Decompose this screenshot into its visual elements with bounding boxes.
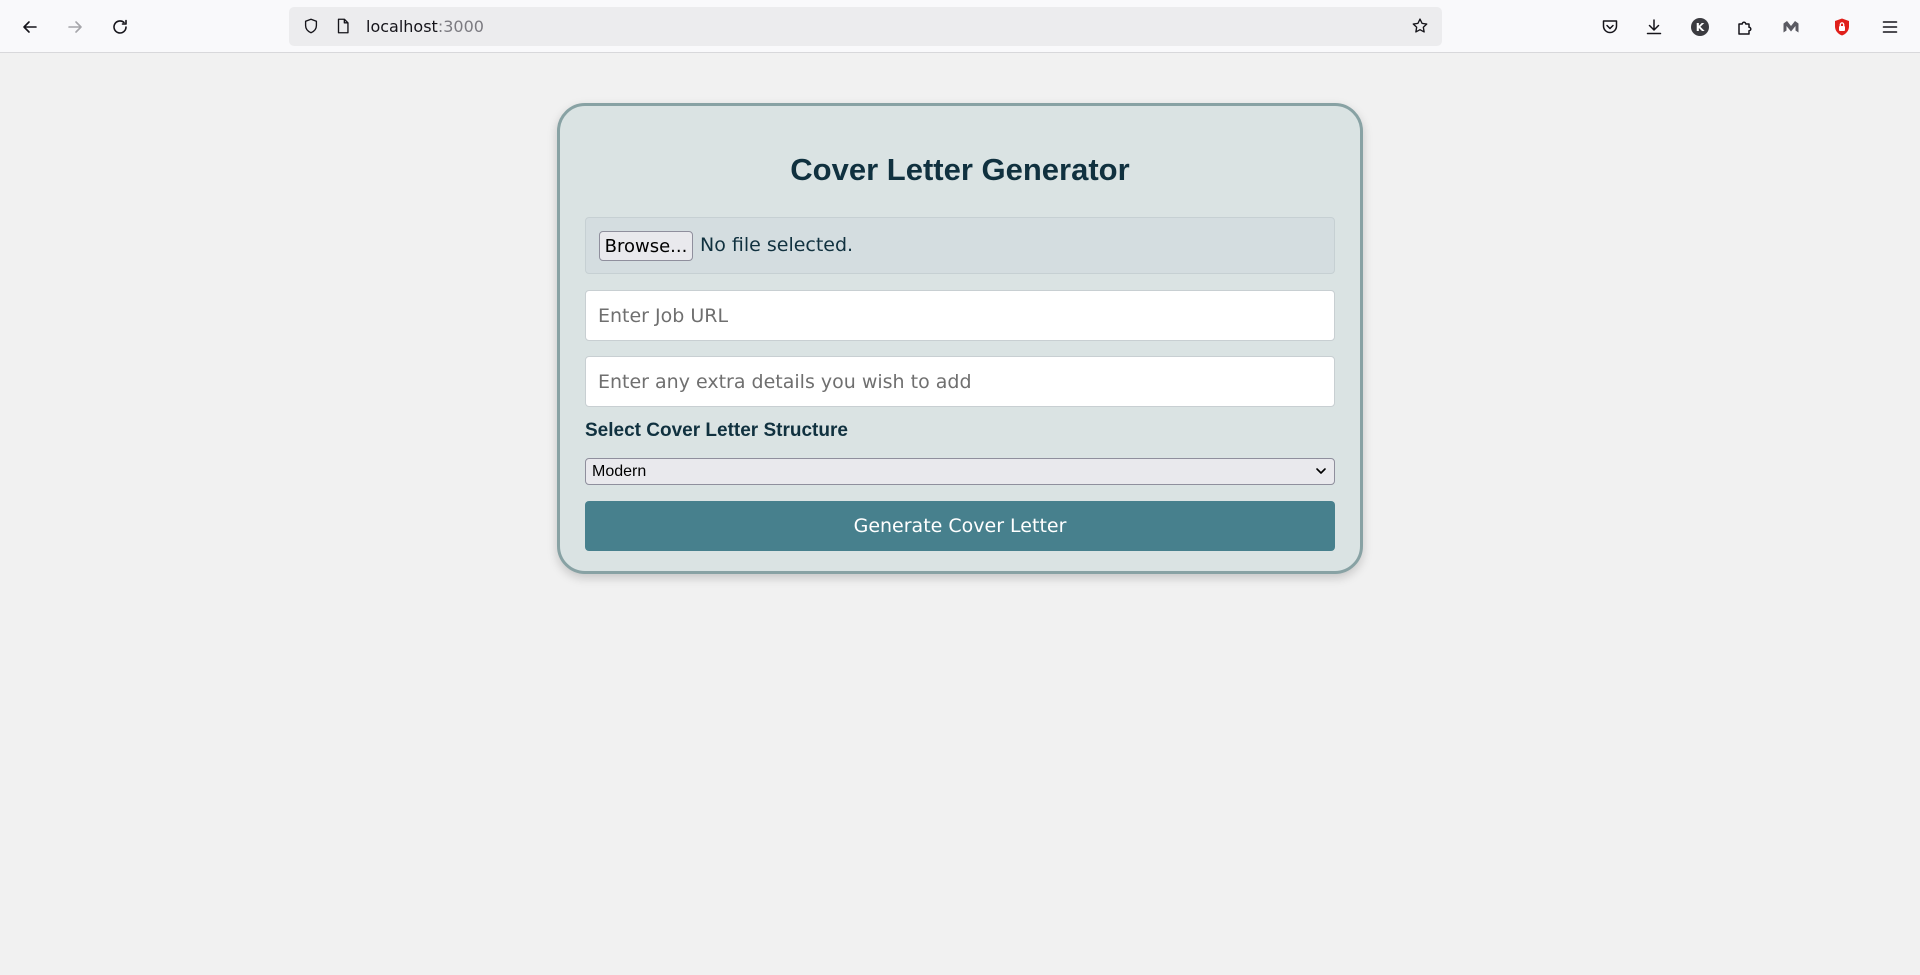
menu-icon[interactable] bbox=[1874, 11, 1906, 43]
pocket-icon[interactable] bbox=[1594, 11, 1626, 43]
reload-icon[interactable] bbox=[104, 11, 136, 43]
job-url-input[interactable] bbox=[585, 290, 1335, 341]
back-icon[interactable] bbox=[14, 11, 46, 43]
page-title: Cover Letter Generator bbox=[790, 152, 1130, 187]
shield-icon[interactable] bbox=[301, 16, 321, 36]
page-icon[interactable] bbox=[333, 16, 353, 36]
url-host: localhost bbox=[366, 17, 438, 36]
structure-label: Select Cover Letter Structure bbox=[585, 420, 848, 441]
url-bar[interactable]: localhost:3000 bbox=[289, 7, 1442, 46]
adblock-shield-icon[interactable] bbox=[1826, 11, 1858, 43]
chevron-down-icon bbox=[1316, 468, 1326, 474]
malwarebytes-icon[interactable] bbox=[1775, 11, 1807, 43]
url-port: :3000 bbox=[437, 17, 484, 36]
download-icon[interactable] bbox=[1638, 11, 1670, 43]
cover-letter-card: Cover Letter Generator Browse... No file… bbox=[557, 103, 1363, 574]
forward-icon[interactable] bbox=[59, 11, 91, 43]
structure-select[interactable]: Modern bbox=[585, 458, 1335, 485]
extra-details-input[interactable] bbox=[585, 356, 1335, 407]
extensions-icon[interactable] bbox=[1729, 11, 1761, 43]
account-k-icon[interactable]: K bbox=[1684, 11, 1716, 43]
browse-button[interactable]: Browse... bbox=[599, 231, 693, 261]
bookmark-star-icon[interactable] bbox=[1410, 16, 1430, 36]
structure-selected-value: Modern bbox=[592, 463, 647, 480]
generate-cover-letter-button[interactable]: Generate Cover Letter bbox=[585, 501, 1335, 551]
url-text[interactable]: localhost:3000 bbox=[366, 17, 484, 36]
file-status-text: No file selected. bbox=[700, 234, 854, 256]
account-initial: K bbox=[1696, 21, 1705, 34]
file-upload-field[interactable]: Browse... No file selected. bbox=[585, 217, 1335, 274]
browser-toolbar: localhost:3000 K bbox=[0, 0, 1920, 53]
